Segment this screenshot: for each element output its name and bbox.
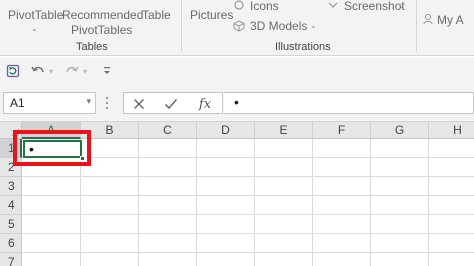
column-header-g[interactable]: G <box>371 122 429 139</box>
cancel-button[interactable] <box>128 95 150 113</box>
icons-button[interactable]: Icons <box>250 0 279 13</box>
column-gridline <box>254 139 255 266</box>
row-header-7[interactable]: 7 <box>0 253 22 266</box>
undo-dropdown-icon[interactable]: ▾ <box>47 63 55 79</box>
check-icon <box>164 99 178 110</box>
ribbon: PivotTable ⌄ Recommended PivotTables Tab… <box>0 0 474 56</box>
customize-toolbar-button[interactable] <box>101 63 113 79</box>
autosave-icon <box>6 64 20 78</box>
formula-buttons: fx <box>123 92 223 114</box>
3d-models-button[interactable]: 3D Models <box>250 19 307 33</box>
row-header-4[interactable]: 4 <box>0 196 22 215</box>
table-button[interactable]: Table <box>142 8 171 22</box>
column-gridline <box>196 139 197 266</box>
highlight-box <box>13 130 91 166</box>
row-gridline <box>22 252 474 253</box>
column-header-h[interactable]: H <box>429 122 474 139</box>
row-gridline <box>22 214 474 215</box>
screenshot-dropdown-icon[interactable]: ⌄ <box>398 1 405 10</box>
row-gridline <box>22 195 474 196</box>
name-box-value: A1 <box>10 96 25 110</box>
column-header-d[interactable]: D <box>197 122 255 139</box>
recommended-pivottables-label: PivotTables <box>71 23 133 37</box>
formula-bar: A1 ▾ fx • <box>0 84 474 122</box>
row-header-3[interactable]: 3 <box>0 177 22 196</box>
row-header-6[interactable]: 6 <box>0 234 22 253</box>
column-header-c[interactable]: C <box>139 122 197 139</box>
row-gridline <box>22 176 474 177</box>
pivottable-dropdown-icon[interactable]: ⌄ <box>31 24 38 33</box>
my-addins-icon <box>423 13 433 25</box>
enter-button[interactable] <box>160 95 182 113</box>
redo-dropdown-icon[interactable]: ▾ <box>81 63 89 79</box>
pictures-button[interactable]: Pictures <box>190 8 233 22</box>
formula-input[interactable]: • <box>224 92 474 114</box>
row-header-5[interactable]: 5 <box>0 215 22 234</box>
insert-function-button[interactable]: fx <box>194 95 216 113</box>
3d-models-icon <box>233 20 245 32</box>
autosave-button[interactable] <box>5 63 21 79</box>
screenshot-button[interactable]: Screenshot <box>344 0 405 13</box>
icons-icon <box>234 0 244 10</box>
formula-bar-resize-handle[interactable] <box>106 97 109 109</box>
screenshot-icon <box>328 2 338 8</box>
3d-models-dropdown-icon[interactable]: ⌄ <box>310 21 317 30</box>
column-gridline <box>138 139 139 266</box>
spreadsheet-grid[interactable]: A B C D E F G H 1 2 3 4 5 6 7 • <box>0 122 474 266</box>
tables-group-label: Tables <box>76 41 108 53</box>
recommended-pivottables-button[interactable]: Recommended <box>62 8 143 22</box>
customize-toolbar-icon <box>104 67 110 74</box>
close-icon <box>134 99 144 109</box>
redo-button[interactable] <box>64 63 80 79</box>
redo-icon <box>66 66 79 73</box>
column-gridline <box>370 139 371 266</box>
column-header-f[interactable]: F <box>313 122 371 139</box>
column-gridline <box>428 139 429 266</box>
column-gridline <box>312 139 313 266</box>
undo-button[interactable] <box>30 63 46 79</box>
row-gridline <box>22 233 474 234</box>
column-header-e[interactable]: E <box>255 122 313 139</box>
ribbon-separator <box>416 0 417 52</box>
quick-access-toolbar: ▾ ▾ <box>0 57 474 84</box>
undo-icon <box>31 66 44 73</box>
ribbon-separator <box>181 0 182 52</box>
name-box[interactable]: A1 ▾ <box>3 92 96 114</box>
my-addins-button[interactable]: My A <box>437 13 464 27</box>
pivottable-button[interactable]: PivotTable <box>8 8 63 22</box>
name-box-dropdown-icon[interactable]: ▾ <box>86 96 91 107</box>
illustrations-group-label: Illustrations <box>275 41 331 53</box>
